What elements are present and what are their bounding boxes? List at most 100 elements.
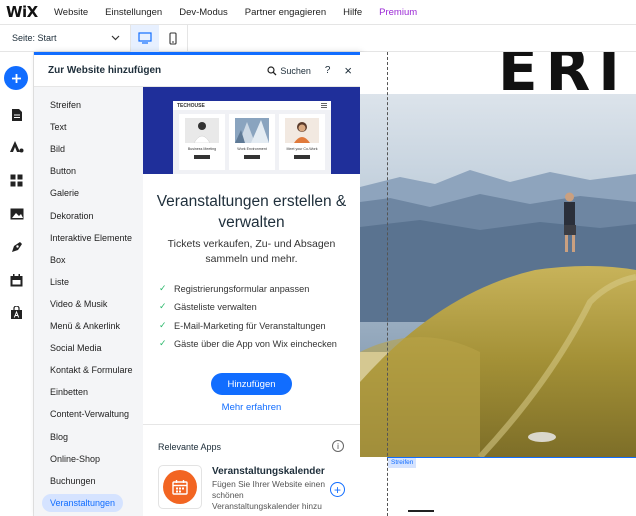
feature-item: ✓ Gästeliste verwalten [159, 301, 257, 312]
category-list: Streifen Text Bild Button Galerie Dekoration I… [34, 87, 143, 516]
hero-banner: TECHOUSE Business Meeting Work Environme… [143, 87, 360, 174]
hero-strip-image[interactable]: ERI [360, 52, 636, 457]
category-item[interactable]: Social Media [42, 339, 110, 357]
category-item[interactable]: Content-Verwaltung [42, 405, 137, 423]
feature-item: ✓ Registrierungsformular anpassen [159, 283, 309, 294]
category-item[interactable]: Bild [42, 140, 73, 158]
category-item[interactable]: Buchungen [42, 472, 104, 490]
meeting-photo [185, 118, 219, 143]
feature-text: Gästeliste verwalten [174, 301, 257, 312]
category-item[interactable]: Button [42, 162, 84, 180]
plus-icon [11, 73, 21, 83]
menu-hire-partner[interactable]: Partner engagieren [245, 7, 326, 18]
category-item[interactable]: Online-Shop [42, 450, 108, 468]
media-icon[interactable] [8, 205, 25, 222]
category-item[interactable]: Kontakt & Formulare [42, 361, 141, 379]
toolbar-divider [187, 24, 188, 52]
category-item[interactable]: Veranstaltungen [42, 493, 124, 512]
panel-content: TECHOUSE Business Meeting Work Environme… [143, 87, 360, 516]
panel-header: Zur Website hinzufügen Suchen ? × [34, 55, 360, 87]
category-item[interactable]: Galerie [42, 184, 87, 202]
preview-card: Work Environment [229, 114, 275, 170]
check-icon: ✓ [159, 283, 167, 293]
preview-card-button [244, 155, 260, 159]
close-button[interactable]: × [344, 64, 352, 77]
design-icon[interactable] [8, 138, 25, 155]
canvas-element-line[interactable] [408, 510, 434, 512]
feature-text: E-Mail-Marketing für Veranstaltungen [174, 320, 326, 331]
calendar-icon[interactable] [8, 272, 25, 289]
check-icon: ✓ [159, 338, 167, 348]
pen-icon[interactable] [8, 238, 25, 255]
check-icon: ✓ [159, 301, 167, 311]
sub-bar: Seite: Start [0, 24, 636, 52]
feature-item: ✓ E-Mail-Marketing für Veranstaltungen [159, 320, 326, 331]
wix-logo[interactable]: WiX [6, 3, 54, 21]
preview-card-title: Business Meeting [187, 147, 217, 151]
relevant-apps-title: Relevante Apps [158, 442, 222, 452]
template-preview: TECHOUSE Business Meeting Work Environme… [173, 101, 331, 174]
add-elements-button[interactable] [4, 66, 28, 90]
strip-selection-line [387, 457, 636, 458]
panel-search-button[interactable]: Suchen [267, 66, 311, 76]
learn-more-link[interactable]: Mehr erfahren [143, 402, 360, 413]
top-menu: Website Einstellungen Dev-Modus Partner … [54, 7, 434, 18]
page-selector-label: Seite: Start [12, 33, 57, 43]
feature-text: Registrierungsformular anpassen [174, 283, 310, 294]
hamburger-icon [321, 103, 327, 108]
feature-text: Gäste über die App von Wix einchecken [174, 338, 337, 349]
menu-premium[interactable]: Premium [379, 7, 417, 18]
mobile-view-button[interactable] [159, 25, 187, 52]
category-item[interactable]: Menü & Ankerlink [42, 317, 128, 335]
add-button[interactable]: Hinzufügen [211, 373, 292, 395]
menu-website[interactable]: Website [54, 7, 88, 18]
category-item[interactable]: Video & Musik [42, 295, 115, 313]
apps-icon[interactable] [8, 172, 25, 189]
add-app-button[interactable]: + [330, 482, 345, 497]
menu-settings[interactable]: Einstellungen [105, 7, 162, 18]
section-divider [143, 424, 360, 425]
feature-subhead: Tickets verkaufen, Zu- und Absagen samme… [167, 238, 336, 265]
category-item[interactable]: Einbetten [42, 383, 96, 401]
category-item[interactable]: Liste [42, 273, 77, 291]
person-photo [285, 118, 319, 143]
feature-item: ✓ Gäste über die App von Wix einchecken [159, 338, 337, 349]
search-label: Suchen [280, 65, 311, 76]
mobile-icon [169, 31, 177, 45]
category-item[interactable]: Streifen [42, 96, 89, 114]
pages-icon[interactable] [8, 106, 25, 123]
category-item[interactable]: Text [42, 118, 75, 136]
preview-card-button [294, 155, 310, 159]
app-name[interactable]: Veranstaltungskalender [212, 466, 325, 477]
category-item[interactable]: Box [42, 251, 74, 269]
app-icon-tile[interactable] [158, 465, 202, 509]
panel-title: Zur Website hinzufügen [48, 65, 162, 76]
menu-dev-mode[interactable]: Dev-Modus [179, 7, 228, 18]
category-item[interactable]: Dekoration [42, 207, 102, 225]
preview-brand: TECHOUSE [177, 102, 205, 109]
building-photo [235, 118, 269, 143]
category-item[interactable]: Interaktive Elemente [42, 229, 140, 247]
preview-card-button [194, 155, 210, 159]
desktop-view-button[interactable] [131, 24, 159, 52]
editor-canvas[interactable]: ERI Streifen [360, 52, 636, 516]
info-icon[interactable]: i [332, 440, 344, 452]
app-description: Fügen Sie Ihrer Website einen schönen Ve… [212, 479, 325, 511]
strip-label[interactable]: Streifen [388, 458, 417, 468]
search-icon [267, 65, 277, 75]
add-panel: Zur Website hinzufügen Suchen ? × Streif… [34, 52, 360, 516]
left-toolbar [0, 52, 34, 516]
event-calendar-icon [163, 470, 197, 504]
chevron-down-icon [111, 35, 120, 41]
page-selector[interactable]: Seite: Start [0, 24, 131, 52]
help-button[interactable]: ? [325, 65, 331, 76]
preview-card: Business Meeting [179, 114, 225, 170]
app-market-icon[interactable] [8, 304, 25, 321]
feature-headline: Veranstaltungen erstellen & verwalten [156, 193, 347, 231]
menu-help[interactable]: Hilfe [343, 7, 362, 18]
desktop-icon [138, 32, 152, 44]
layout-guide-line [387, 52, 388, 516]
category-item[interactable]: Blog [42, 428, 76, 446]
check-icon: ✓ [159, 320, 167, 330]
preview-navbar: TECHOUSE [173, 101, 331, 110]
